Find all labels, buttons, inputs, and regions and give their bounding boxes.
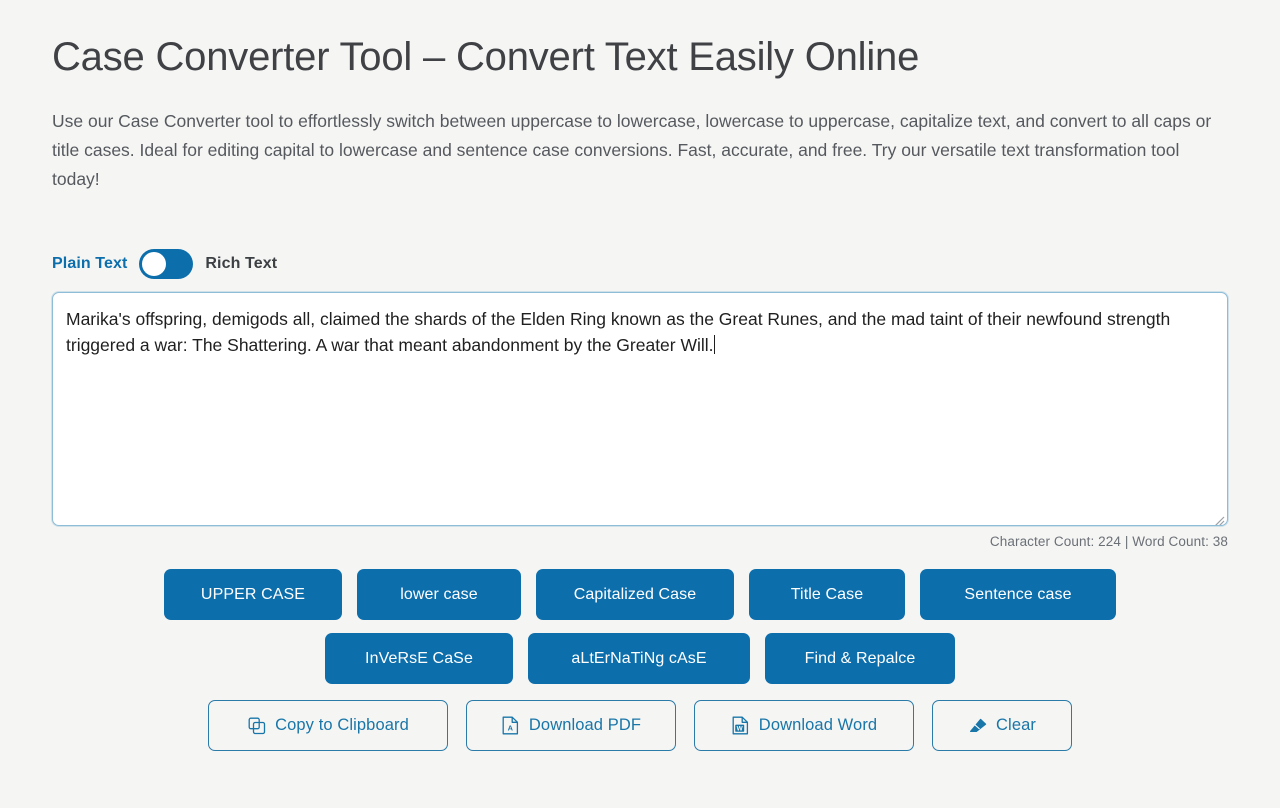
textarea-resize-handle[interactable]: [1210, 508, 1225, 526]
download-pdf-label: Download PDF: [528, 716, 642, 735]
copy-to-clipboard-button[interactable]: Copy to Clipboard: [208, 700, 448, 752]
editor-wrapper: Marika's offspring, demigods all, claime…: [52, 292, 1228, 549]
plain-text-label[interactable]: Plain Text: [52, 255, 127, 273]
plain-rich-text-toggle[interactable]: [139, 249, 194, 280]
copy-to-clipboard-label: Copy to Clipboard: [275, 716, 409, 735]
download-word-button[interactable]: W Download Word: [694, 700, 914, 752]
capitalized-case-button[interactable]: Capitalized Case: [536, 569, 734, 621]
download-pdf-button[interactable]: A Download PDF: [466, 700, 676, 752]
upper-case-button[interactable]: UPPER CASE: [164, 569, 342, 621]
lower-case-button[interactable]: lower case: [357, 569, 521, 621]
word-file-icon: W: [731, 716, 750, 735]
text-editor-textarea[interactable]: Marika's offspring, demigods all, claime…: [52, 292, 1228, 527]
svg-text:A: A: [507, 724, 513, 733]
inverse-case-button[interactable]: InVeRsE CaSe: [325, 633, 513, 685]
page-title: Case Converter Tool – Convert Text Easil…: [52, 35, 920, 79]
alternating-case-button[interactable]: aLtErNaTiNg cAsE: [528, 633, 750, 685]
title-case-button[interactable]: Title Case: [749, 569, 905, 621]
page-description: Use our Case Converter tool to effortles…: [52, 111, 1212, 190]
svg-text:W: W: [736, 726, 743, 733]
text-caret: [713, 335, 715, 355]
case-converter-page: Case Converter Tool – Convert Text Easil…: [0, 0, 1280, 808]
character-word-counter: Character Count: 224 | Word Count: 38: [989, 534, 1228, 550]
copy-icon: [247, 716, 266, 735]
action-buttons-row: Copy to Clipboard A Download PDF W Downl…: [52, 700, 1228, 752]
clear-label: Clear: [996, 716, 1036, 735]
sentence-case-button[interactable]: Sentence case: [920, 569, 1116, 621]
download-word-label: Download Word: [758, 716, 878, 735]
editor-text-content: Marika's offspring, demigods all, claime…: [66, 309, 1176, 356]
case-buttons-row-1: UPPER CASE lower case Capitalized Case T…: [52, 569, 1228, 621]
text-mode-toggle-row: Plain Text Rich Text: [52, 248, 1228, 280]
clear-button[interactable]: Clear: [932, 700, 1072, 752]
eraser-icon: [968, 716, 987, 735]
pdf-file-icon: A: [501, 716, 520, 735]
find-replace-button[interactable]: Find & Repalce: [765, 633, 955, 685]
rich-text-label[interactable]: Rich Text: [205, 255, 277, 273]
toggle-knob: [142, 252, 167, 277]
case-buttons-row-2: InVeRsE CaSe aLtErNaTiNg cAsE Find & Rep…: [52, 633, 1228, 685]
